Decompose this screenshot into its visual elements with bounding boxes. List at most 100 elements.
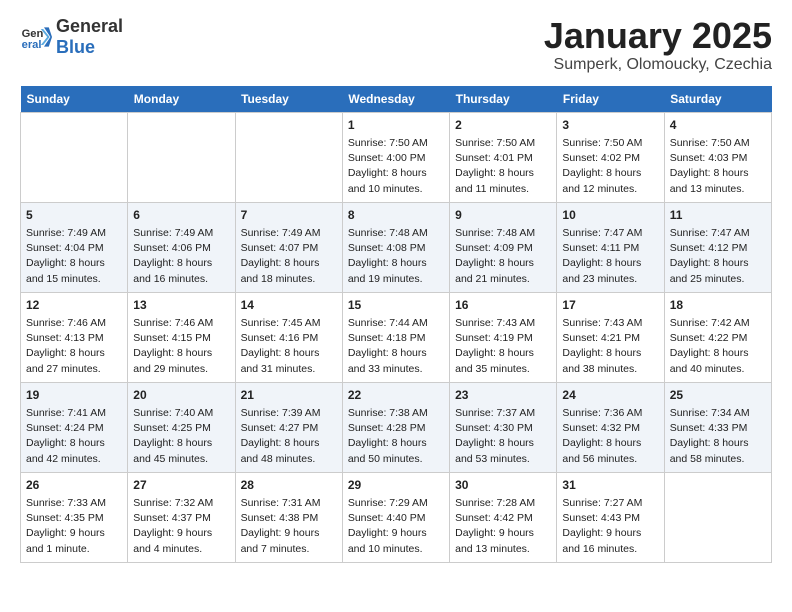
day-cell: 11 Sunrise: 7:47 AM Sunset: 4:12 PM Dayli… — [664, 202, 771, 292]
day-info: Sunrise: 7:42 AM Sunset: 4:22 PM Dayligh… — [670, 317, 750, 375]
day-cell: 5 Sunrise: 7:49 AM Sunset: 4:04 PM Daylig… — [21, 202, 128, 292]
day-info: Sunrise: 7:41 AM Sunset: 4:24 PM Dayligh… — [26, 407, 106, 465]
week-row-3: 12Sunrise: 7:46 AM Sunset: 4:13 PM Dayli… — [21, 292, 772, 382]
day-cell: 24 Sunrise: 7:36 AM Sunset: 4:32 PM Dayli… — [557, 382, 664, 472]
day-number: 21 — [241, 387, 337, 404]
weekday-header-friday: Friday — [557, 86, 664, 113]
day-number: 28 — [241, 477, 337, 494]
day-info: Sunrise: 7:47 AM Sunset: 4:11 PM Dayligh… — [562, 227, 642, 285]
day-cell: 2 Sunrise: 7:50 AM Sunset: 4:01 PM Daylig… — [450, 112, 557, 202]
day-cell: 20 Sunrise: 7:40 AM Sunset: 4:25 PM Dayli… — [128, 382, 235, 472]
day-number: 29 — [348, 477, 444, 494]
day-info: Sunrise: 7:43 AM Sunset: 4:19 PM Dayligh… — [455, 317, 535, 375]
svg-text:eral: eral — [22, 39, 42, 51]
day-cell: 6 Sunrise: 7:49 AM Sunset: 4:06 PM Daylig… — [128, 202, 235, 292]
weekday-header-row: SundayMondayTuesdayWednesdayThursdayFrid… — [21, 86, 772, 113]
logo-wordmark: General Blue — [56, 16, 123, 58]
day-cell — [128, 112, 235, 202]
day-info: Sunrise: 7:33 AM Sunset: 4:35 PM Dayligh… — [26, 497, 106, 555]
day-cell: 28 Sunrise: 7:31 AM Sunset: 4:38 PM Dayli… — [235, 472, 342, 562]
day-cell: 18Sunrise: 7:42 AM Sunset: 4:22 PM Dayli… — [664, 292, 771, 382]
week-row-1: 1Sunrise: 7:50 AM Sunset: 4:00 PM Daylig… — [21, 112, 772, 202]
day-number: 13 — [133, 297, 229, 314]
day-info: Sunrise: 7:44 AM Sunset: 4:18 PM Dayligh… — [348, 317, 428, 375]
day-number: 7 — [241, 207, 337, 224]
day-cell: 4 Sunrise: 7:50 AM Sunset: 4:03 PM Daylig… — [664, 112, 771, 202]
day-info: Sunrise: 7:40 AM Sunset: 4:25 PM Dayligh… — [133, 407, 213, 465]
week-row-2: 5 Sunrise: 7:49 AM Sunset: 4:04 PM Daylig… — [21, 202, 772, 292]
day-number: 17 — [562, 297, 658, 314]
day-info: Sunrise: 7:36 AM Sunset: 4:32 PM Dayligh… — [562, 407, 642, 465]
day-info: Sunrise: 7:50 AM Sunset: 4:03 PM Dayligh… — [670, 137, 750, 195]
day-info: Sunrise: 7:29 AM Sunset: 4:40 PM Dayligh… — [348, 497, 428, 555]
day-number: 27 — [133, 477, 229, 494]
weekday-header-sunday: Sunday — [21, 86, 128, 113]
svg-text:Gen: Gen — [22, 28, 44, 40]
week-row-5: 26 Sunrise: 7:33 AM Sunset: 4:35 PM Dayli… — [21, 472, 772, 562]
day-number: 23 — [455, 387, 551, 404]
weekday-header-tuesday: Tuesday — [235, 86, 342, 113]
day-info: Sunrise: 7:50 AM Sunset: 4:02 PM Dayligh… — [562, 137, 642, 195]
day-number: 26 — [26, 477, 122, 494]
day-cell — [235, 112, 342, 202]
day-cell: 16 Sunrise: 7:43 AM Sunset: 4:19 PM Dayli… — [450, 292, 557, 382]
day-number: 3 — [562, 117, 658, 134]
day-info: Sunrise: 7:49 AM Sunset: 4:06 PM Dayligh… — [133, 227, 213, 285]
day-cell: 3 Sunrise: 7:50 AM Sunset: 4:02 PM Daylig… — [557, 112, 664, 202]
day-cell: 19 Sunrise: 7:41 AM Sunset: 4:24 PM Dayli… — [21, 382, 128, 472]
day-cell: 1Sunrise: 7:50 AM Sunset: 4:00 PM Daylig… — [342, 112, 449, 202]
weekday-header-thursday: Thursday — [450, 86, 557, 113]
weekday-header-saturday: Saturday — [664, 86, 771, 113]
day-info: Sunrise: 7:31 AM Sunset: 4:38 PM Dayligh… — [241, 497, 321, 555]
day-cell: 25Sunrise: 7:34 AM Sunset: 4:33 PM Dayli… — [664, 382, 771, 472]
day-number: 24 — [562, 387, 658, 404]
day-number: 6 — [133, 207, 229, 224]
day-cell: 21Sunrise: 7:39 AM Sunset: 4:27 PM Dayli… — [235, 382, 342, 472]
day-info: Sunrise: 7:48 AM Sunset: 4:08 PM Dayligh… — [348, 227, 428, 285]
day-cell: 29 Sunrise: 7:29 AM Sunset: 4:40 PM Dayli… — [342, 472, 449, 562]
day-cell: 10 Sunrise: 7:47 AM Sunset: 4:11 PM Dayli… — [557, 202, 664, 292]
day-number: 20 — [133, 387, 229, 404]
day-number: 5 — [26, 207, 122, 224]
day-info: Sunrise: 7:49 AM Sunset: 4:04 PM Dayligh… — [26, 227, 106, 285]
calendar-table: SundayMondayTuesdayWednesdayThursdayFrid… — [20, 86, 772, 563]
day-number: 16 — [455, 297, 551, 314]
day-cell: 8 Sunrise: 7:48 AM Sunset: 4:08 PM Daylig… — [342, 202, 449, 292]
logo-general: General — [56, 16, 123, 36]
day-info: Sunrise: 7:49 AM Sunset: 4:07 PM Dayligh… — [241, 227, 321, 285]
day-cell: 12Sunrise: 7:46 AM Sunset: 4:13 PM Dayli… — [21, 292, 128, 382]
calendar-body: 1Sunrise: 7:50 AM Sunset: 4:00 PM Daylig… — [21, 112, 772, 562]
day-number: 15 — [348, 297, 444, 314]
logo-icon: Gen eral — [20, 21, 52, 53]
day-number: 4 — [670, 117, 766, 134]
day-number: 30 — [455, 477, 551, 494]
day-number: 19 — [26, 387, 122, 404]
day-cell: 14Sunrise: 7:45 AM Sunset: 4:16 PM Dayli… — [235, 292, 342, 382]
day-info: Sunrise: 7:27 AM Sunset: 4:43 PM Dayligh… — [562, 497, 642, 555]
day-cell: 15 Sunrise: 7:44 AM Sunset: 4:18 PM Dayli… — [342, 292, 449, 382]
day-number: 22 — [348, 387, 444, 404]
day-info: Sunrise: 7:32 AM Sunset: 4:37 PM Dayligh… — [133, 497, 213, 555]
day-number: 8 — [348, 207, 444, 224]
day-info: Sunrise: 7:50 AM Sunset: 4:01 PM Dayligh… — [455, 137, 535, 195]
page-title: January 2025 — [544, 16, 772, 56]
day-cell: 26 Sunrise: 7:33 AM Sunset: 4:35 PM Dayli… — [21, 472, 128, 562]
day-cell: 27 Sunrise: 7:32 AM Sunset: 4:37 PM Dayli… — [128, 472, 235, 562]
day-number: 11 — [670, 207, 766, 224]
day-cell: 9Sunrise: 7:48 AM Sunset: 4:09 PM Daylig… — [450, 202, 557, 292]
day-info: Sunrise: 7:45 AM Sunset: 4:16 PM Dayligh… — [241, 317, 321, 375]
day-cell — [21, 112, 128, 202]
day-cell: 23Sunrise: 7:37 AM Sunset: 4:30 PM Dayli… — [450, 382, 557, 472]
day-info: Sunrise: 7:38 AM Sunset: 4:28 PM Dayligh… — [348, 407, 428, 465]
day-number: 2 — [455, 117, 551, 134]
logo: Gen eral General Blue — [20, 16, 123, 58]
weekday-header-wednesday: Wednesday — [342, 86, 449, 113]
day-cell — [664, 472, 771, 562]
day-cell: 22 Sunrise: 7:38 AM Sunset: 4:28 PM Dayli… — [342, 382, 449, 472]
day-info: Sunrise: 7:47 AM Sunset: 4:12 PM Dayligh… — [670, 227, 750, 285]
day-info: Sunrise: 7:34 AM Sunset: 4:33 PM Dayligh… — [670, 407, 750, 465]
day-number: 1 — [348, 117, 444, 134]
day-cell: 7 Sunrise: 7:49 AM Sunset: 4:07 PM Daylig… — [235, 202, 342, 292]
day-number: 12 — [26, 297, 122, 314]
day-number: 10 — [562, 207, 658, 224]
